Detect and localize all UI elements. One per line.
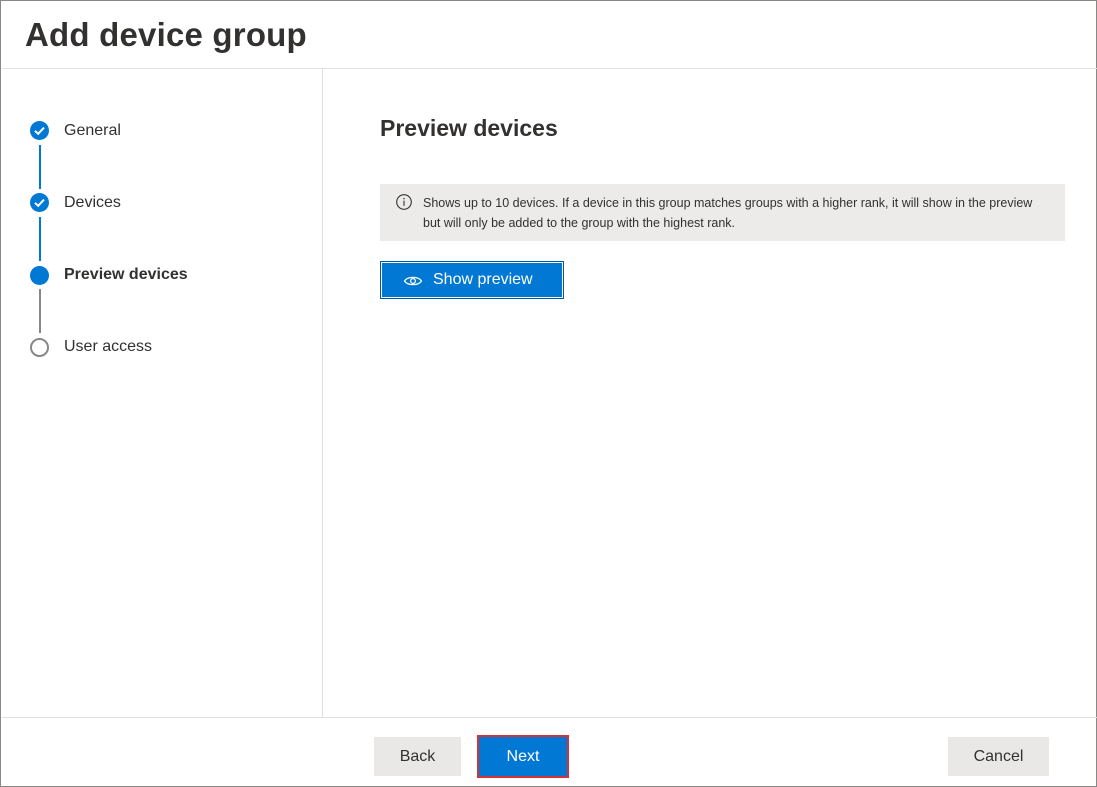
panel-header: Add device group [2,2,1097,69]
step-user-access[interactable]: User access [2,332,322,362]
step-label: Preview devices [64,266,188,283]
next-button[interactable]: Next [477,735,569,778]
wizard-panel: Add device group General Devices Preview… [0,0,1097,787]
check-icon [30,193,49,212]
empty-circle-icon [30,338,49,357]
step-label: User access [64,338,153,355]
current-step-dot-icon [30,266,49,285]
step-general[interactable]: General [2,116,322,146]
wizard-steps: General Devices Preview devices User acc… [2,69,323,717]
panel-footer: Back Next Cancel [2,717,1097,787]
step-connector [39,145,41,189]
info-icon [395,193,413,211]
step-devices[interactable]: Devices [2,188,322,218]
info-message-bar: Shows up to 10 devices. If a device in t… [380,184,1065,241]
section-title: Preview devices [380,115,558,141]
page-title: Add device group [25,16,307,53]
step-label: General [64,122,121,139]
step-connector [39,289,41,333]
step-connector [39,217,41,261]
show-preview-label: Show preview [433,271,533,288]
step-preview-devices[interactable]: Preview devices [2,260,322,290]
cancel-button[interactable]: Cancel [948,737,1049,776]
info-text: Shows up to 10 devices. If a device in t… [423,196,1033,230]
step-label: Devices [64,194,121,211]
show-preview-button[interactable]: Show preview [380,261,564,299]
step-content: Preview devices Shows up to 10 devices. … [323,69,1097,717]
eye-icon [403,274,423,292]
check-icon [30,121,49,140]
back-button[interactable]: Back [374,737,461,776]
